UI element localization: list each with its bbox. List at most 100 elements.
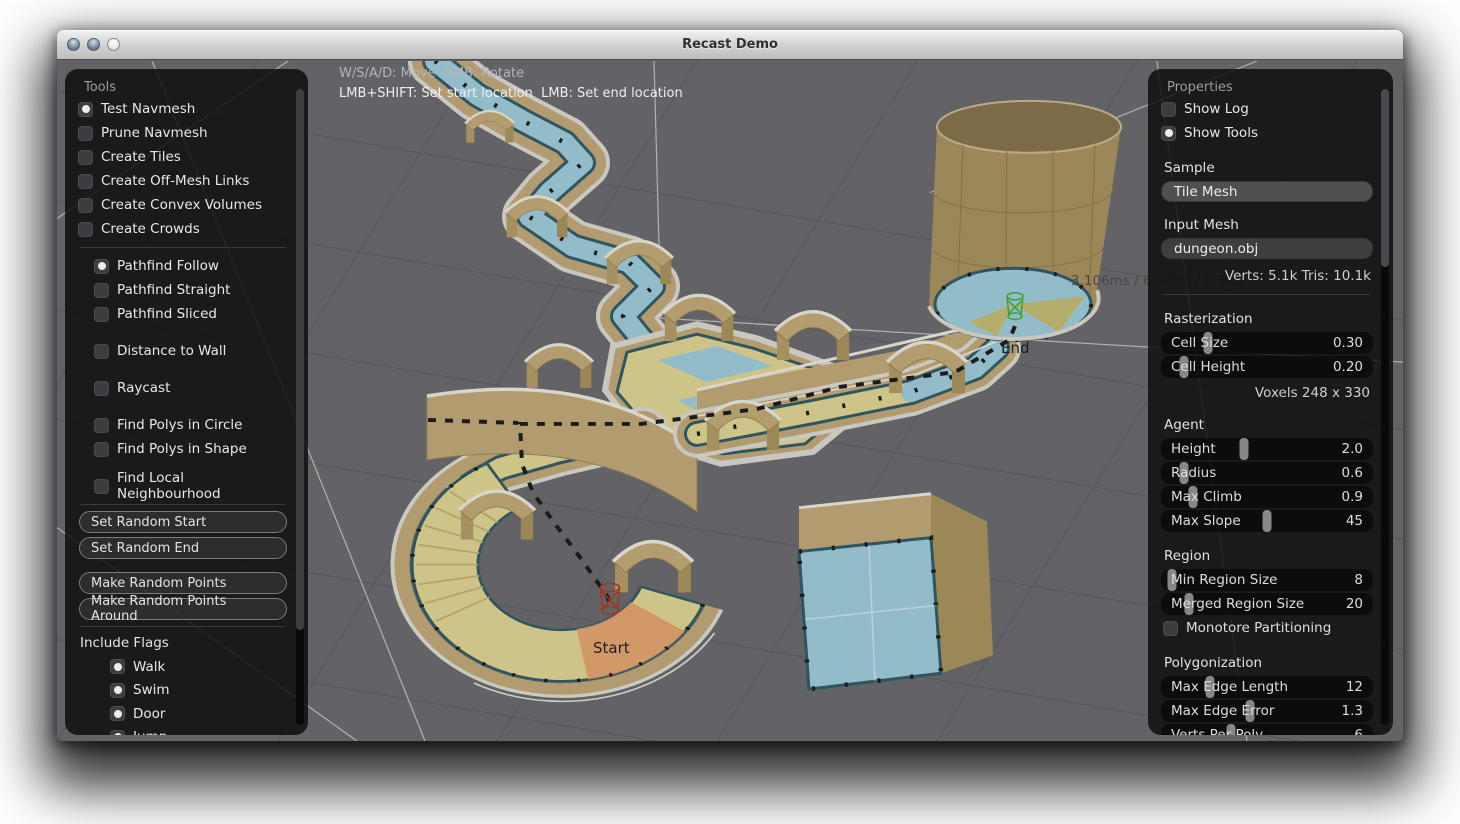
flag-label: Door: [133, 706, 165, 722]
flag-option[interactable]: Jump: [110, 726, 288, 736]
input-mesh-label: Input Mesh: [1164, 217, 1373, 233]
slider-label: Height: [1171, 441, 1342, 457]
section-title: Agent: [1164, 417, 1373, 433]
property-section: Region Min Region Size 8 Mer: [1161, 548, 1373, 639]
property-sections: Rasterization Cell Size 0.30: [1161, 311, 1373, 735]
tool-action-button[interactable]: Set Random Start: [79, 511, 287, 533]
checkbox-indicator: [1161, 126, 1176, 141]
tool-list-sub: Pathfind Follow Pathfind Straight Pathfi…: [94, 254, 288, 498]
section-title: Rasterization: [1164, 311, 1373, 327]
tool-action-button[interactable]: Make Random Points Around: [79, 598, 287, 620]
slider-row[interactable]: Max Slope 45: [1161, 510, 1373, 532]
zoom-button[interactable]: [107, 38, 120, 51]
tool-action-button[interactable]: Set Random End: [79, 537, 287, 559]
slider-value: 0.9: [1342, 489, 1363, 505]
radio-indicator: [94, 259, 109, 274]
radio-indicator: [94, 479, 109, 494]
tool-suboption-label: Pathfind Follow: [117, 258, 219, 274]
tool-action-button[interactable]: Make Random Points: [79, 572, 287, 594]
tool-suboption[interactable]: Raycast: [94, 376, 288, 400]
slider-value: 20: [1346, 596, 1363, 612]
tool-option-label: Create Convex Volumes: [101, 197, 262, 213]
slider-row[interactable]: Merged Region Size 20: [1161, 593, 1373, 615]
tool-option[interactable]: Create Off-Mesh Links: [78, 169, 288, 193]
tool-option[interactable]: Prune Navmesh: [78, 121, 288, 145]
slider-value: 6: [1354, 727, 1363, 735]
sample-select[interactable]: Tile Mesh: [1161, 181, 1373, 202]
tool-action-label: Make Random Points Around: [91, 594, 275, 624]
slider-value: 45: [1346, 513, 1363, 529]
viewport[interactable]: W/S/A/D: Move RMB: Rotate LMB+SHIFT: Set…: [57, 61, 1403, 741]
slider-row[interactable]: Radius 0.6: [1161, 462, 1373, 484]
tools-panel: Tools Test Navmesh Prune Navmesh Create …: [65, 69, 308, 735]
tower: [929, 101, 1121, 340]
slider-row[interactable]: Height 2.0: [1161, 438, 1373, 460]
tool-option[interactable]: Test Navmesh: [78, 97, 288, 121]
tool-suboption[interactable]: Find Polys in Circle: [94, 413, 288, 437]
tools-scrollbar-thumb[interactable]: [296, 89, 304, 630]
divider: [80, 247, 286, 248]
flag-option[interactable]: Walk: [110, 655, 288, 679]
slider-row[interactable]: Max Edge Error 1.3: [1161, 700, 1373, 722]
radio-indicator: [94, 307, 109, 322]
tools-scrollbar[interactable]: [296, 89, 304, 725]
tool-option[interactable]: Create Tiles: [78, 145, 288, 169]
slider-label: Max Edge Length: [1171, 679, 1346, 695]
property-toggle[interactable]: Show Log: [1161, 97, 1373, 121]
slider-row[interactable]: Max Climb 0.9: [1161, 486, 1373, 508]
radio-indicator: [78, 198, 93, 213]
slider-label: Min Region Size: [1171, 572, 1354, 588]
radio-indicator: [78, 126, 93, 141]
tool-suboption[interactable]: Find Polys in Shape: [94, 437, 288, 461]
tools-header: Tools: [84, 79, 288, 97]
checkbox-indicator: [1161, 102, 1176, 117]
start-label: Start: [593, 639, 630, 657]
radio-indicator: [94, 381, 109, 396]
tool-option[interactable]: Create Convex Volumes: [78, 193, 288, 217]
slider-label: Verts Per Poly: [1171, 727, 1354, 735]
title-bar[interactable]: Recast Demo: [57, 30, 1403, 60]
tool-suboption[interactable]: Find Local Neighbourhood: [94, 474, 288, 498]
divider: [80, 626, 286, 627]
tool-suboption[interactable]: Distance to Wall: [94, 339, 288, 363]
properties-scrollbar[interactable]: [1381, 89, 1389, 725]
property-section: Rasterization Cell Size 0.30: [1161, 311, 1373, 401]
tool-option[interactable]: Create Crowds: [78, 217, 288, 241]
minimize-button[interactable]: [87, 38, 100, 51]
help-text-mouse: LMB+SHIFT: Set start location LMB: Set e…: [339, 86, 683, 101]
slider-value: 1.3: [1342, 703, 1363, 719]
input-mesh-select[interactable]: dungeon.obj: [1161, 238, 1373, 259]
properties-scrollbar-thumb[interactable]: [1381, 89, 1389, 267]
tool-option-label: Test Navmesh: [101, 101, 195, 117]
flag-option[interactable]: Door: [110, 702, 288, 726]
window-title: Recast Demo: [57, 30, 1403, 59]
slider-value: 0.30: [1333, 335, 1363, 351]
tool-action-label: Make Random Points: [91, 576, 226, 591]
slider-value: 12: [1346, 679, 1363, 695]
slider-row[interactable]: Max Edge Length 12: [1161, 676, 1373, 698]
slider-value: 2.0: [1342, 441, 1363, 457]
tool-suboption[interactable]: Pathfind Straight: [94, 278, 288, 302]
slider-label: Cell Size: [1171, 335, 1333, 351]
flag-option[interactable]: Swim: [110, 679, 288, 703]
radio-indicator: [78, 174, 93, 189]
slider-label: Max Edge Error: [1171, 703, 1342, 719]
divider: [1163, 294, 1371, 295]
tool-suboption-label: Distance to Wall: [117, 343, 226, 359]
section-title: Polygonization: [1164, 655, 1373, 671]
tool-option-label: Prune Navmesh: [101, 125, 208, 141]
tool-suboption[interactable]: Pathfind Follow: [94, 254, 288, 278]
slider-row[interactable]: Min Region Size 8: [1161, 569, 1373, 591]
close-button[interactable]: [67, 38, 80, 51]
section-rows: Height 2.0 Radius 0.6 Max Climb: [1161, 438, 1373, 532]
property-toggle[interactable]: Show Tools: [1161, 121, 1373, 145]
slider-row[interactable]: Monotore Partitioning: [1161, 617, 1373, 639]
slider-row[interactable]: Cell Height 0.20: [1161, 356, 1373, 378]
sample-value: Tile Mesh: [1174, 184, 1237, 200]
tool-suboption-label: Raycast: [117, 380, 170, 396]
slider-row[interactable]: Cell Size 0.30: [1161, 332, 1373, 354]
tool-suboption[interactable]: Pathfind Sliced: [94, 302, 288, 326]
radio-indicator: [94, 418, 109, 433]
input-mesh-value: dungeon.obj: [1174, 241, 1258, 257]
slider-row[interactable]: Verts Per Poly 6: [1161, 724, 1373, 735]
